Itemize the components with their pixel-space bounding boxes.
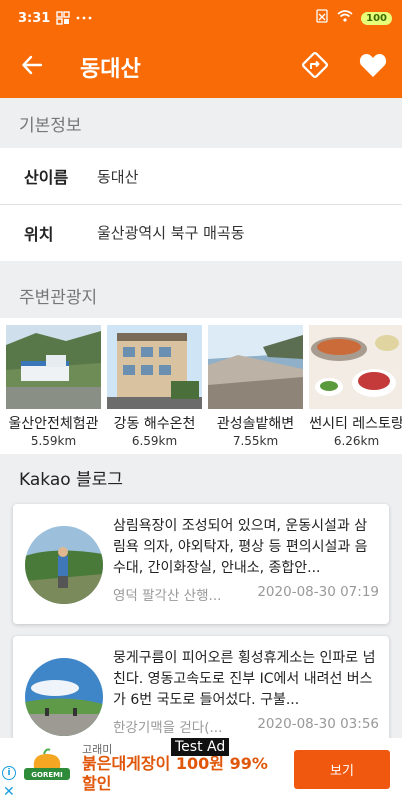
favorite-button[interactable] xyxy=(344,36,402,98)
spot-photo xyxy=(208,325,303,409)
ad-headline: 붉은대게장이 100원 99% 할인 xyxy=(82,754,268,793)
basic-info-header: 기본정보 xyxy=(0,98,402,148)
blog-post-source: 한강기맥을 걷다(... xyxy=(113,720,223,736)
logo-text: GOREMI xyxy=(31,771,62,779)
spot-name: 관성솔밭해변 xyxy=(216,416,295,432)
goremi-logo: GOREMI xyxy=(22,746,72,784)
directions-button[interactable] xyxy=(286,36,344,98)
info-row-name: 산이름 동대산 xyxy=(0,148,402,204)
nearby-spot-card[interactable]: 울산안전체험관 5.59km xyxy=(6,318,101,454)
directions-icon xyxy=(300,50,330,84)
spot-distance: 6.59km xyxy=(131,434,178,448)
page-title: 동대산 xyxy=(80,57,141,82)
spot-name: 울산안전체험관 xyxy=(8,416,99,432)
spot-distance: 7.55km xyxy=(232,434,279,448)
grid-notification-icon xyxy=(56,11,71,25)
spot-distance: 5.59km xyxy=(30,434,77,448)
blog-post-card[interactable]: 삼림욕장이 조성되어 있으며, 운동시설과 삼림욕 의자, 야외탁자, 평상 등… xyxy=(13,504,389,624)
blog-thumbnail xyxy=(25,658,103,736)
back-button[interactable] xyxy=(0,36,64,98)
battery-indicator: 100 xyxy=(361,11,392,25)
status-time: 3:31 xyxy=(18,10,51,26)
info-value: 동대산 xyxy=(97,167,139,186)
test-ad-label: Test Ad xyxy=(171,738,230,756)
more-dots-icon xyxy=(76,15,92,21)
blog-post-text: 삼림욕장이 조성되어 있으며, 운동시설과 삼림욕 의자, 야외탁자, 평상 등… xyxy=(113,518,368,576)
blog-thumbnail xyxy=(25,526,103,604)
blog-post-source: 영덕 팔각산 산행... xyxy=(113,588,222,604)
wifi-icon xyxy=(337,10,353,26)
ad-close-icon[interactable]: ✕ xyxy=(3,784,15,800)
nearby-spots-list: 울산안전체험관 5.59km 강동 해수온천 6.59km 관성솔밭해변 7.5… xyxy=(0,318,402,454)
blog-post-text: 뭉게구름이 피어오른 횡성휴게소는 인파로 넘친다. 영동고속도로 진부 IC에… xyxy=(113,650,376,708)
status-bar: 3:31 100 xyxy=(0,0,402,36)
ad-info-icon[interactable]: i xyxy=(2,766,16,780)
spot-name: 강동 해수온천 xyxy=(113,416,196,432)
heart-icon xyxy=(359,52,387,82)
nearby-spot-card[interactable]: 강동 해수온천 6.59km xyxy=(107,318,202,454)
nearby-spot-card[interactable]: 관성솔밭해변 7.55km xyxy=(208,318,303,454)
nearby-header: 주변관광지 xyxy=(0,272,402,318)
basic-info-card: 산이름 동대산 위치 울산광역시 북구 매곡동 xyxy=(0,148,402,261)
no-sim-icon xyxy=(315,9,329,27)
ad-banner[interactable]: GOREMI 고래미 붉은대게장이 100원 99% 할인 보기 Test Ad… xyxy=(0,738,402,800)
info-row-location: 위치 울산광역시 북구 매곡동 xyxy=(0,204,402,260)
blog-post-meta: 한강기맥을 걷다(... 2020-08-30 03:56 xyxy=(113,716,379,736)
spot-photo xyxy=(107,325,202,409)
info-value: 울산광역시 북구 매곡동 xyxy=(97,224,245,242)
app-bar: 동대산 xyxy=(0,36,402,98)
nearby-spot-card[interactable]: 썬시티 레스토랑 6.26km xyxy=(309,318,402,454)
spot-distance: 6.26km xyxy=(333,434,380,448)
blog-post-card[interactable]: 뭉게구름이 피어오른 횡성휴게소는 인파로 넘친다. 영동고속도로 진부 IC에… xyxy=(13,636,389,746)
blog-list: 삼림욕장이 조성되어 있으며, 운동시설과 삼림욕 의자, 야외탁자, 평상 등… xyxy=(0,500,402,746)
info-key: 산이름 xyxy=(24,168,69,187)
arrow-left-icon xyxy=(21,54,43,80)
blog-post-date: 2020-08-30 07:19 xyxy=(257,584,379,600)
ad-cta-button[interactable]: 보기 xyxy=(294,750,390,789)
info-key: 위치 xyxy=(24,224,54,244)
blog-post-date: 2020-08-30 03:56 xyxy=(257,716,379,732)
blog-header: Kakao 블로그 xyxy=(0,454,402,500)
spot-photo xyxy=(6,325,101,409)
spot-photo xyxy=(309,325,402,409)
spot-name: 썬시티 레스토랑 xyxy=(309,416,402,432)
blog-post-meta: 영덕 팔각산 산행... 2020-08-30 07:19 xyxy=(113,584,379,604)
